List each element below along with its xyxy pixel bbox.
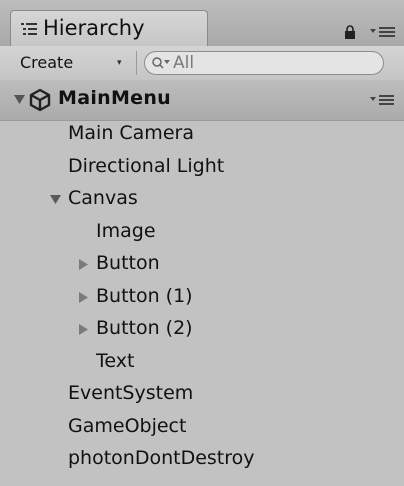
tree-item[interactable]: GameObject — [0, 411, 404, 443]
tree-item-label: Canvas — [68, 187, 138, 209]
tab-hierarchy[interactable]: Hierarchy — [10, 10, 208, 46]
tree-item-label: GameObject — [68, 414, 187, 437]
tree-item-label: Button — [96, 252, 160, 274]
tree-item-label: photonDontDestroy — [68, 447, 255, 469]
tab-bar: Hierarchy — [0, 0, 404, 47]
tree-item-label: Image — [96, 219, 156, 242]
foldout-collapsed-icon[interactable] — [78, 291, 89, 303]
tree-item-label: Main Camera — [68, 122, 194, 144]
search-input[interactable] — [173, 53, 373, 73]
tree-item-label: EventSystem — [68, 382, 194, 404]
tree-item-label: Directional Light — [68, 154, 225, 177]
unity-logo-icon — [29, 88, 51, 112]
search-field[interactable] — [144, 51, 384, 75]
lock-icon[interactable] — [343, 25, 357, 39]
tree-item-label: Button (2) — [96, 317, 193, 339]
scene-row[interactable]: MainMenu — [0, 80, 404, 121]
foldout-collapsed-icon[interactable] — [78, 259, 89, 270]
tree-item[interactable]: photonDontDestroy — [0, 443, 404, 475]
tab-menu-icon[interactable] — [370, 26, 396, 38]
toolbar: Create ▾ — [0, 46, 404, 81]
create-button-label: Create — [20, 53, 74, 72]
tree-item[interactable]: Directional Light — [0, 151, 404, 183]
tree-item[interactable]: Text — [0, 346, 404, 378]
tree-item-label: Button (1) — [96, 284, 193, 307]
tree-item[interactable]: Canvas — [0, 183, 404, 215]
tree-item[interactable]: EventSystem — [0, 378, 404, 410]
tree-item[interactable]: Button — [0, 248, 404, 280]
tab-label: Hierarchy — [43, 16, 145, 40]
foldout-collapsed-icon[interactable] — [78, 324, 89, 335]
scene-name: MainMenu — [58, 87, 172, 109]
dropdown-arrow-icon: ▾ — [117, 58, 122, 68]
tree-item[interactable]: Button (1) — [0, 281, 404, 313]
create-button[interactable]: Create ▾ — [12, 51, 137, 75]
hierarchy-panel: Hierarchy Create ▾ All MainMenu Main Cam… — [0, 0, 404, 486]
tree-item-label: Text — [96, 349, 135, 372]
hierarchy-list-icon — [21, 23, 37, 35]
scene-menu-icon[interactable] — [370, 95, 394, 105]
tree-item[interactable]: Button (2) — [0, 313, 404, 345]
tree-item[interactable]: Main Camera — [0, 118, 404, 150]
foldout-expanded-icon[interactable] — [50, 194, 61, 205]
search-icon[interactable] — [151, 56, 171, 70]
foldout-expanded-icon[interactable] — [14, 94, 25, 105]
tree-item[interactable]: Image — [0, 216, 404, 248]
